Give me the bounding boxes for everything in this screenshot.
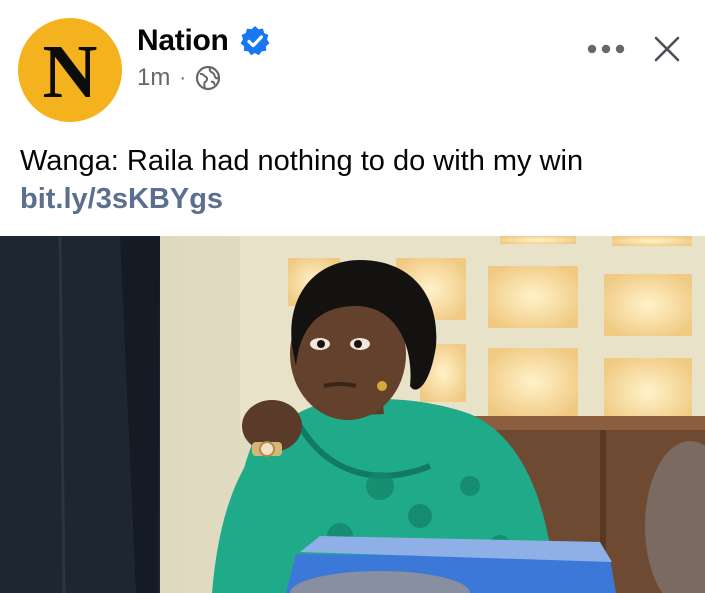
more-options-button[interactable] bbox=[583, 34, 629, 64]
photo-illustration bbox=[0, 236, 705, 593]
page-name[interactable]: Nation bbox=[137, 24, 229, 58]
post-body: Wanga: Raila had nothing to do with my w… bbox=[20, 142, 690, 218]
page-avatar[interactable]: N bbox=[18, 18, 122, 122]
post-header: N Nation 1m · bbox=[0, 0, 705, 130]
avatar-letter: N bbox=[42, 30, 98, 114]
meta-separator: · bbox=[179, 66, 187, 89]
globe-icon[interactable] bbox=[195, 65, 221, 91]
post-meta: 1m · bbox=[137, 64, 221, 92]
post-timestamp[interactable]: 1m bbox=[137, 64, 170, 92]
more-horizontal-icon bbox=[587, 44, 625, 54]
close-icon bbox=[654, 36, 680, 62]
post-photo[interactable] bbox=[0, 236, 705, 593]
post-message: Wanga: Raila had nothing to do with my w… bbox=[20, 145, 584, 177]
verified-badge-icon bbox=[239, 25, 271, 57]
page-name-row: Nation bbox=[137, 24, 271, 58]
post-link[interactable]: bit.ly/3sKBYgs bbox=[20, 180, 690, 218]
close-button[interactable] bbox=[650, 32, 684, 66]
